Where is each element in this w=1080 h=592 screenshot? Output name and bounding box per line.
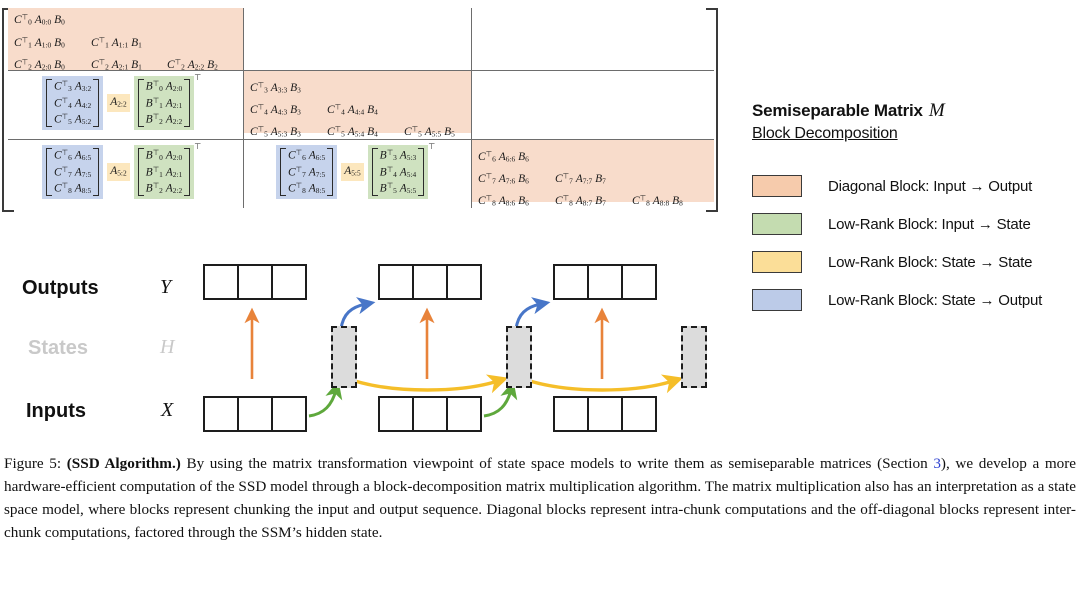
output-cell xyxy=(448,266,480,298)
transpose-mark: ⊤ xyxy=(428,142,436,151)
input-to-state-arrow xyxy=(483,380,518,418)
matrix-cell: C⊤4 A4:3 B3 xyxy=(250,102,301,117)
state-to-output-swatch xyxy=(752,289,802,311)
input-chunk xyxy=(203,396,307,432)
hidden-state-box xyxy=(681,326,707,388)
output-cell xyxy=(205,266,239,298)
input-chunk xyxy=(553,396,657,432)
legend-item-label: Low-Rank Block: State → Output xyxy=(828,291,1043,309)
input-to-state-arrow xyxy=(308,380,343,418)
matrix-cell: C⊤8 A8:8 B8 xyxy=(632,193,683,208)
low-rank-block: C⊤6 A6:5 C⊤7 A7:5 C⊤8 A8:5 A5:2 B⊤0 A2:0… xyxy=(42,142,201,200)
output-cell xyxy=(589,266,623,298)
matrix-cell: C⊤8 A8:6 B6 xyxy=(478,193,529,208)
input-to-state-swatch xyxy=(752,213,802,235)
matrix-cell: C⊤1 A1:1 B1 xyxy=(91,35,142,50)
c-factor-matrix: C⊤6 A6:5 C⊤7 A7:5 C⊤8 A8:5 xyxy=(276,145,338,200)
bracket-right xyxy=(184,79,191,128)
state-to-state-arrow xyxy=(529,374,684,394)
diagonal-block-swatch xyxy=(752,175,802,197)
a-scalar-factor: A5:2 xyxy=(107,163,130,181)
legend-title: Semiseparable Matrix M xyxy=(752,100,1080,122)
legend-items: Diagonal Block: Input → Output Low-Rank … xyxy=(752,167,1080,319)
matrix-cell: C⊤7 A7:7 B7 xyxy=(555,171,606,186)
legend-subtitle: Block Decomposition xyxy=(752,125,898,142)
figure-page: C⊤0 A0:0 B0 C⊤1 A1:0 B0 C⊤1 A1:1 B1 C⊤2 … xyxy=(0,0,1080,592)
state-to-state-arrow xyxy=(354,374,509,394)
input-cell xyxy=(414,398,448,430)
matrix-cell: C⊤7 A7:6 B6 xyxy=(478,171,529,186)
matrix-cell: C⊤2 A2:2 B2 xyxy=(167,57,218,72)
matrix-cell: C⊤5 A5:3 B3 xyxy=(250,124,301,139)
b-factor-matrix: B⊤0 A2:0 B⊤1 A2:1 B⊤2 A2:2 ⊤ xyxy=(133,142,201,200)
caption-text-part-1: By using the matrix transformation viewp… xyxy=(180,455,934,472)
figure-caption: Figure 5: (SSD Algorithm.) By using the … xyxy=(4,452,1076,544)
matrix-cell: C⊤5 A5:4 B4 xyxy=(327,124,378,139)
legend-item: Diagonal Block: Input → Output xyxy=(752,167,1080,205)
bracket-right xyxy=(184,148,191,197)
legend-item: Low-Rank Block: State → Output xyxy=(752,281,1080,319)
input-cell xyxy=(205,398,239,430)
legend-title-text: Semiseparable Matrix xyxy=(752,101,923,120)
state-to-state-swatch xyxy=(752,251,802,273)
matrix-cell: C⊤5 A5:5 B5 xyxy=(404,124,455,139)
legend-item: Low-Rank Block: Input → State xyxy=(752,205,1080,243)
hidden-state-box xyxy=(506,326,532,388)
input-cell xyxy=(589,398,623,430)
hidden-state-box xyxy=(331,326,357,388)
output-cell xyxy=(555,266,589,298)
input-cell xyxy=(555,398,589,430)
legend-item: Low-Rank Block: State → State xyxy=(752,243,1080,281)
input-chunk xyxy=(378,396,482,432)
a-scalar-factor: A5:5 xyxy=(341,163,364,181)
output-cell xyxy=(273,266,305,298)
output-cell xyxy=(623,266,655,298)
input-cell xyxy=(448,398,480,430)
input-cell xyxy=(623,398,655,430)
semiseparable-matrix: C⊤0 A0:0 B0 C⊤1 A1:0 B0 C⊤1 A1:1 B1 C⊤2 … xyxy=(0,0,730,222)
legend-item-label: Low-Rank Block: Input → State xyxy=(828,215,1031,233)
input-cell xyxy=(239,398,273,430)
transpose-mark: ⊤ xyxy=(194,73,202,82)
matrix-cell: C⊤6 A6:6 B6 xyxy=(478,149,529,164)
matrix-cell: C⊤0 A0:0 B0 xyxy=(14,12,65,27)
b-factor-matrix: B⊤3 A5:3 B⊤4 A5:4 B⊤5 A5:5 ⊤ xyxy=(367,142,435,200)
output-chunk xyxy=(378,264,482,300)
output-chunk xyxy=(553,264,657,300)
bracket-right xyxy=(418,148,425,197)
matrix-cell: C⊤2 A2:0 B0 xyxy=(14,57,65,72)
matrix-vrule-1 xyxy=(243,8,244,208)
output-cell xyxy=(414,266,448,298)
matrix-vrule-2 xyxy=(471,8,472,208)
caption-section-link[interactable]: 3 xyxy=(933,455,941,472)
legend-item-label: Low-Rank Block: State → State xyxy=(828,253,1033,271)
a-scalar-factor: A2:2 xyxy=(107,94,130,112)
output-cell xyxy=(239,266,273,298)
matrix-cell: C⊤2 A2:1 B1 xyxy=(91,57,142,72)
b-factor-matrix: B⊤0 A2:0 B⊤1 A2:1 B⊤2 A2:2 ⊤ xyxy=(133,73,201,131)
c-factor-matrix: C⊤3 A3:2 C⊤4 A4:2 C⊤5 A5:2 xyxy=(42,76,104,131)
matrix-cell: C⊤1 A1:0 B0 xyxy=(14,35,65,50)
output-cell xyxy=(380,266,414,298)
input-cell xyxy=(380,398,414,430)
output-chunk xyxy=(203,264,307,300)
transpose-mark: ⊤ xyxy=(194,142,202,151)
low-rank-block: C⊤3 A3:2 C⊤4 A4:2 C⊤5 A5:2 A2:2 B⊤0 A2:0… xyxy=(42,73,201,131)
bracket-right xyxy=(327,148,334,197)
low-rank-block: C⊤6 A6:5 C⊤7 A7:5 C⊤8 A8:5 A5:5 B⊤3 A5:3… xyxy=(276,142,435,200)
matrix-cell: C⊤8 A8:7 B7 xyxy=(555,193,606,208)
legend-title-variable: M xyxy=(928,100,945,121)
input-cell xyxy=(273,398,305,430)
legend-item-label: Diagonal Block: Input → Output xyxy=(828,177,1033,195)
c-factor-matrix: C⊤6 A6:5 C⊤7 A7:5 C⊤8 A8:5 xyxy=(42,145,104,200)
legend: Semiseparable Matrix M Block Decompositio… xyxy=(752,100,1080,319)
matrix-cell: C⊤3 A3:3 B3 xyxy=(250,80,301,95)
caption-bold-lead: (SSD Algorithm.) xyxy=(66,455,181,472)
ssd-dataflow-diagram: Outputs Y States H Inputs X xyxy=(0,250,740,440)
caption-figure-number: Figure 5: xyxy=(4,455,62,472)
bracket-right xyxy=(93,79,100,128)
matrix-cell: C⊤4 A4:4 B4 xyxy=(327,102,378,117)
bracket-right xyxy=(93,148,100,197)
